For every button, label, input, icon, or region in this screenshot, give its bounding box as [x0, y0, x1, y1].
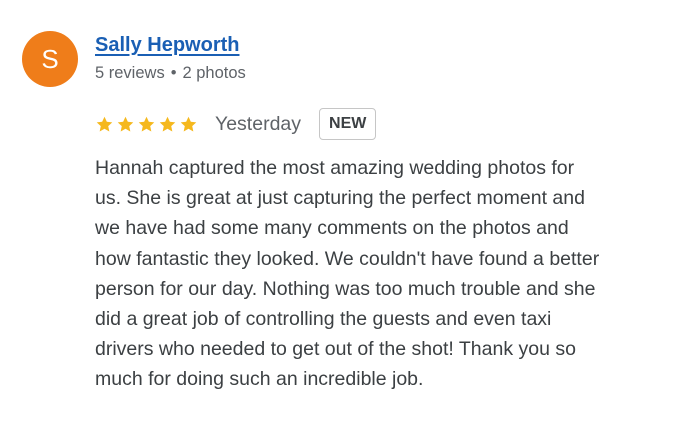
review-text-line: person for our day. Nothing was too much… — [95, 277, 596, 300]
star-icon — [159, 116, 176, 131]
review-text-line: Hannah captured the most amazing wedding… — [95, 157, 575, 179]
review-text-line: how fantastic they looked. We couldn't h… — [95, 247, 600, 270]
reviewer-name-link[interactable]: Sally Hepworth — [95, 34, 239, 57]
reviewer-meta: 5 reviews • 2 photos — [95, 64, 246, 83]
rating-row: Yesterday NEW — [95, 107, 377, 141]
avatar[interactable]: S — [22, 31, 78, 87]
photo-count: 2 photos — [182, 64, 246, 82]
meta-separator: • — [170, 64, 177, 82]
new-badge: NEW — [319, 108, 377, 140]
review-count: 5 reviews — [95, 64, 165, 82]
review-text-line: much for doing such an incredible job. — [95, 368, 424, 391]
review-text-line: did a great job of controlling the guest… — [95, 308, 552, 331]
star-icon — [96, 116, 113, 131]
star-rating — [95, 115, 198, 134]
review-card: S Sally Hepworth 5 reviews • 2 photos Yest… — [0, 0, 682, 436]
review-text-line: drivers who needed to get out of the sho… — [95, 338, 576, 361]
star-icon — [117, 116, 134, 131]
review-text-line: us. She is great at just capturing the p… — [95, 187, 585, 210]
review-date: Yesterday — [215, 112, 302, 135]
star-icon — [180, 116, 197, 131]
review-text: Hannah captured the most amazing wedding… — [95, 153, 670, 395]
avatar-initial: S — [41, 43, 59, 74]
review-text-line: we have had some many comments on the ph… — [95, 217, 569, 240]
star-icon — [138, 116, 155, 131]
